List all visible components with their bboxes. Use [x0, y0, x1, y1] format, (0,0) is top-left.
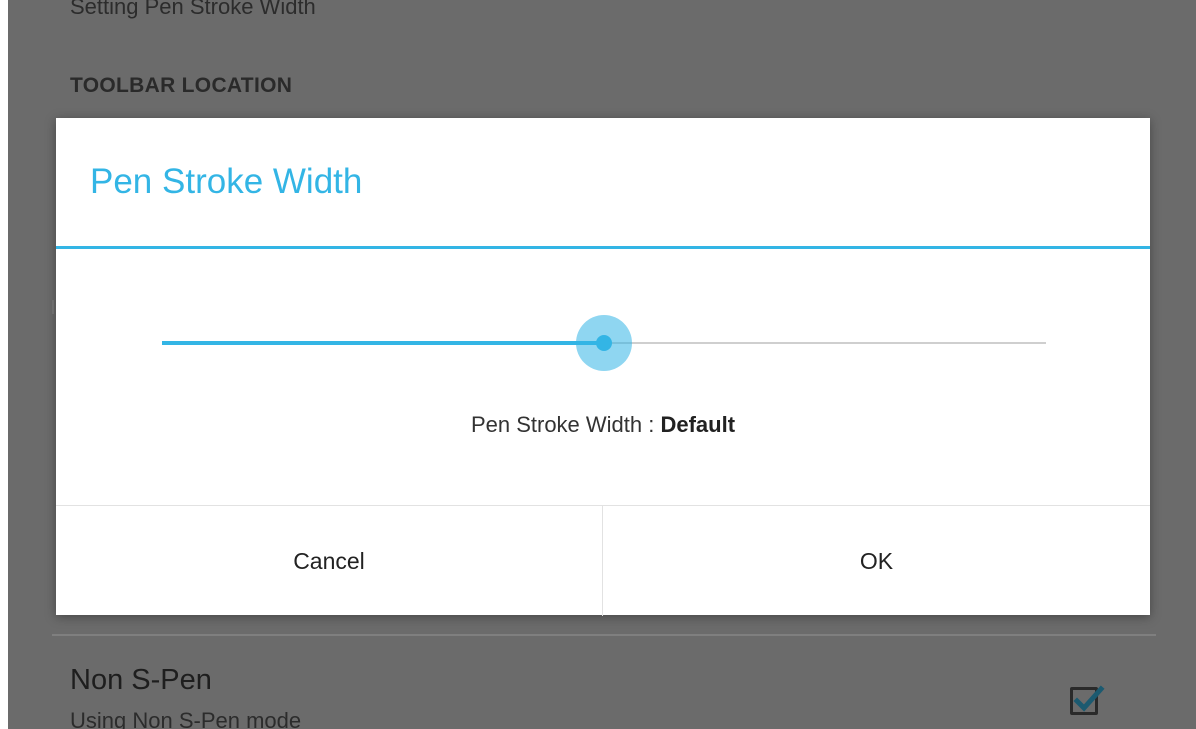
dialog-title-divider [56, 246, 1150, 249]
section-header-toolbar-location: TOOLBAR LOCATION [70, 74, 293, 97]
ok-button[interactable]: OK [603, 506, 1150, 616]
settings-screen: Setting Pen Stroke Width TOOLBAR LOCATIO… [8, 0, 1196, 729]
checkmark-icon [1073, 685, 1105, 712]
background-list-edge [52, 300, 54, 314]
stroke-width-slider[interactable] [162, 314, 1046, 374]
non-s-pen-checkbox[interactable] [1070, 685, 1105, 715]
non-s-pen-subtitle: Using Non S-Pen mode [70, 708, 302, 729]
value-text: Default [660, 412, 736, 437]
pen-stroke-width-dialog: Pen Stroke Width Pen Stroke Width : Defa… [56, 118, 1150, 616]
slider-thumb[interactable] [596, 335, 612, 351]
cancel-button[interactable]: Cancel [56, 506, 602, 616]
list-divider [52, 634, 1156, 636]
value-label: Pen Stroke Width : [470, 412, 661, 437]
dialog-button-bar: Cancel OK [56, 505, 1150, 616]
prev-item-subtitle: Setting Pen Stroke Width [70, 0, 316, 19]
dialog-title: Pen Stroke Width [90, 162, 363, 201]
stroke-width-value-line: Pen Stroke Width : Default [56, 412, 1150, 438]
slider-fill [162, 341, 604, 345]
non-s-pen-title: Non S-Pen [70, 664, 212, 696]
screenshot-frame: Setting Pen Stroke Width TOOLBAR LOCATIO… [0, 0, 1196, 729]
